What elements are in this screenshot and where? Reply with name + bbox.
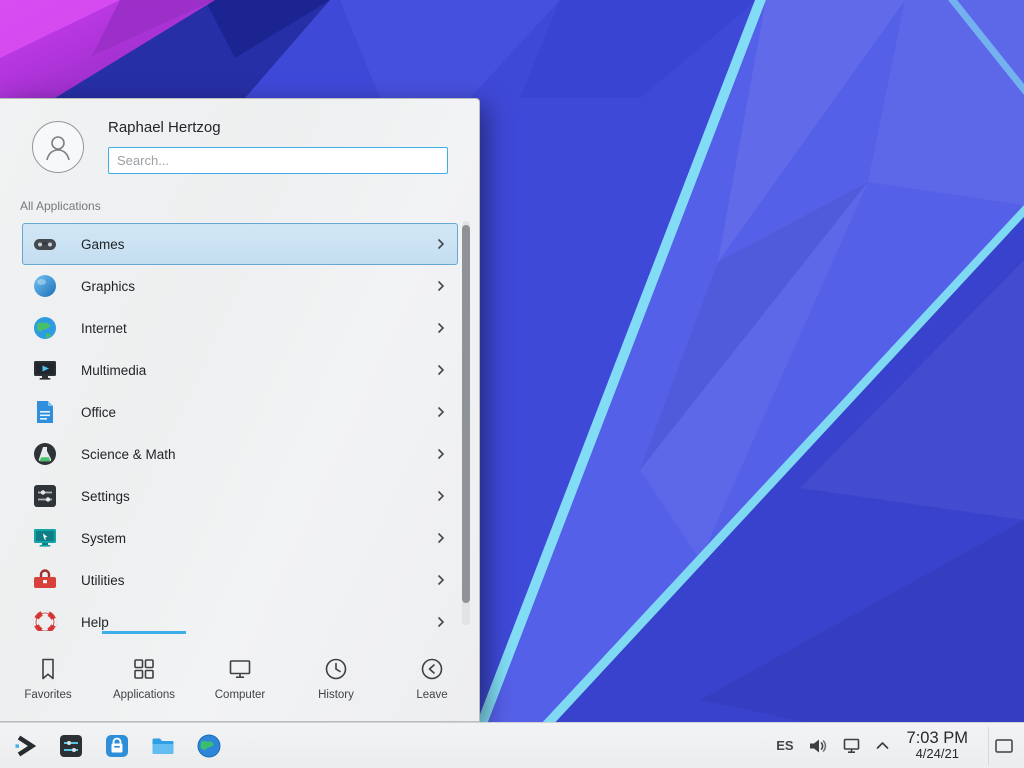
tab-label: Leave	[416, 689, 447, 701]
monitor-play-icon	[31, 356, 59, 384]
chevron-right-icon	[437, 616, 445, 628]
category-label: System	[81, 531, 437, 546]
category-row-system[interactable]: System	[22, 517, 458, 559]
launcher-header: Raphael Hertzog	[0, 99, 479, 199]
application-launcher-menu: Raphael Hertzog All Applications Games	[0, 98, 480, 722]
chevron-right-icon	[437, 238, 445, 250]
bookmark-icon	[35, 656, 61, 682]
clock-time: 7:03 PM	[907, 729, 968, 747]
active-tab-indicator	[102, 631, 186, 634]
user-name: Raphael Hertzog	[108, 119, 221, 136]
category-label: Science & Math	[81, 447, 437, 462]
sliders-icon	[31, 482, 59, 510]
category-label: Help	[81, 615, 437, 630]
system-tray: ES 7:03	[776, 727, 1024, 765]
app-launcher-button[interactable]	[10, 731, 40, 761]
kickoff-launcher-icon	[11, 732, 39, 760]
wired-network-icon	[842, 737, 862, 755]
tray-expander-button[interactable]	[876, 741, 889, 750]
tab-leave[interactable]: Leave	[384, 631, 480, 722]
computer-icon	[227, 656, 253, 682]
file-manager-button[interactable]	[148, 731, 178, 761]
graphics-orb-icon	[31, 272, 59, 300]
volume-button[interactable]	[808, 737, 828, 755]
globe-icon	[31, 314, 59, 342]
category-row-graphics[interactable]: Graphics	[22, 265, 458, 307]
system-tool-button[interactable]	[56, 731, 86, 761]
lifering-icon	[31, 608, 59, 631]
terminal-sliders-icon	[57, 732, 85, 760]
leave-icon	[419, 656, 445, 682]
chevron-right-icon	[437, 448, 445, 460]
discover-bag-icon	[103, 732, 131, 760]
chevron-right-icon	[437, 406, 445, 418]
chevron-right-icon	[437, 574, 445, 586]
browser-globe-icon	[195, 732, 223, 760]
tab-history[interactable]: History	[288, 631, 384, 722]
category-label: Graphics	[81, 279, 437, 294]
category-label: Utilities	[81, 573, 437, 588]
search-input[interactable]	[108, 147, 448, 174]
user-silhouette-icon	[41, 130, 75, 164]
tab-label: History	[318, 689, 354, 701]
web-browser-button[interactable]	[194, 731, 224, 761]
section-label: All Applications	[20, 199, 101, 213]
clock-icon	[323, 656, 349, 682]
show-desktop-icon	[994, 738, 1014, 754]
category-row-games[interactable]: Games	[22, 223, 458, 265]
tab-label: Favorites	[24, 689, 71, 701]
category-label: Office	[81, 405, 437, 420]
tab-label: Computer	[215, 689, 266, 701]
clock-date: 4/24/21	[916, 747, 959, 762]
grid-icon	[131, 656, 157, 682]
chevron-up-icon	[876, 741, 889, 750]
chevron-right-icon	[437, 490, 445, 502]
category-label: Games	[81, 237, 437, 252]
chevron-right-icon	[437, 532, 445, 544]
category-row-help[interactable]: Help	[22, 601, 458, 631]
category-row-office[interactable]: Office	[22, 391, 458, 433]
software-center-button[interactable]	[102, 731, 132, 761]
category-label: Multimedia	[81, 363, 437, 378]
keyboard-layout-indicator[interactable]: ES	[776, 738, 793, 753]
category-row-internet[interactable]: Internet	[22, 307, 458, 349]
chevron-right-icon	[437, 364, 445, 376]
category-list: Games Graphics	[0, 215, 480, 631]
user-avatar[interactable]	[32, 121, 84, 173]
flask-icon	[31, 440, 59, 468]
tab-favorites[interactable]: Favorites	[0, 631, 96, 722]
tab-label: Applications	[113, 689, 175, 701]
speaker-icon	[808, 737, 828, 755]
scrollbar-thumb[interactable]	[462, 225, 470, 603]
desktop: Raphael Hertzog All Applications Games	[0, 0, 1024, 768]
chevron-right-icon	[437, 322, 445, 334]
gamepad-icon	[31, 230, 59, 258]
tab-computer[interactable]: Computer	[192, 631, 288, 722]
system-monitor-icon	[31, 524, 59, 552]
category-row-utilities[interactable]: Utilities	[22, 559, 458, 601]
category-label: Internet	[81, 321, 437, 336]
digital-clock[interactable]: 7:03 PM 4/24/21	[903, 729, 972, 762]
launcher-footer-tabs: Favorites Applications Computer	[0, 631, 480, 722]
toolbox-icon	[31, 566, 59, 594]
network-button[interactable]	[842, 737, 862, 755]
document-icon	[31, 398, 59, 426]
folder-icon	[149, 732, 177, 760]
chevron-right-icon	[437, 280, 445, 292]
tab-applications[interactable]: Applications	[96, 631, 192, 722]
taskbar-left	[0, 731, 224, 761]
category-row-settings[interactable]: Settings	[22, 475, 458, 517]
category-row-science-math[interactable]: Science & Math	[22, 433, 458, 475]
show-desktop-button[interactable]	[988, 727, 1018, 765]
category-label: Settings	[81, 489, 437, 504]
category-row-multimedia[interactable]: Multimedia	[22, 349, 458, 391]
taskbar: ES 7:03	[0, 722, 1024, 768]
